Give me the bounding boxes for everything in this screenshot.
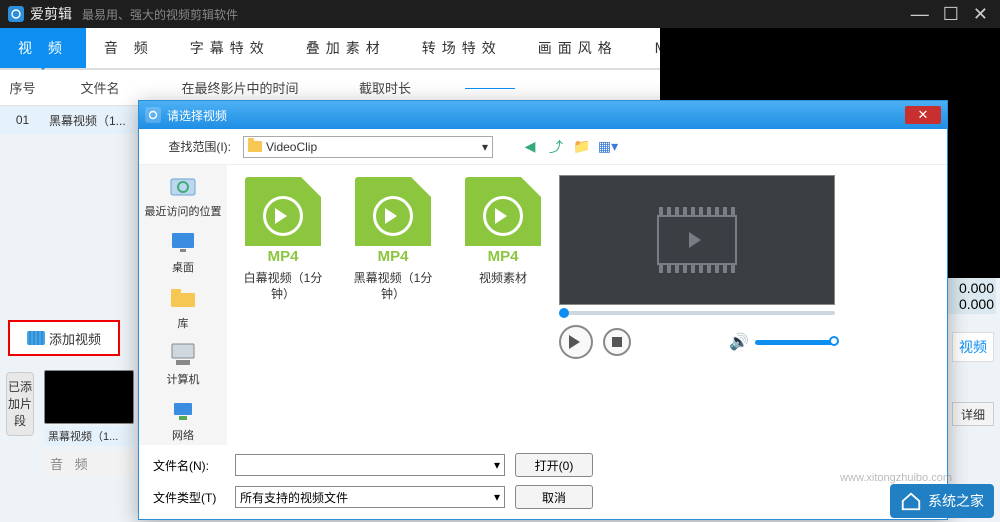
filetype-label: 文件类型(T) (153, 489, 225, 506)
open-button[interactable]: 打开(0) (515, 453, 593, 477)
filename-label: 文件名(N): (153, 457, 225, 474)
app-slogan: 最易用、强大的视频剪辑软件 (82, 6, 238, 23)
chevron-down-icon: ▾ (482, 140, 488, 154)
tab-transition[interactable]: 转场特效 (404, 28, 520, 68)
lookin-label: 查找范围(I): (145, 138, 235, 155)
dialog-close-button[interactable]: ✕ (905, 106, 941, 124)
sidebar-computer-label: 计算机 (167, 371, 200, 387)
recent-icon (166, 171, 200, 201)
sidebar-network-label: 网络 (172, 427, 194, 443)
file-name-2: 黑幕视频（1分钟） (347, 271, 439, 302)
sidebar-network[interactable]: 网络 (166, 395, 200, 443)
libraries-icon (166, 283, 200, 313)
file-item-3[interactable]: MP4 视频素材 (457, 177, 549, 287)
added-clips-label: 已添加片段 (6, 372, 34, 436)
mp4-icon: MP4 (355, 177, 431, 267)
sidebar-recent[interactable]: 最近访问的位置 (145, 171, 222, 219)
tab-overlay[interactable]: 叠加素材 (288, 28, 404, 68)
dialog-preview-panel: 🔊 (559, 165, 849, 445)
row-seq: 01 (0, 113, 45, 127)
filetype-combo[interactable]: 所有支持的视频文件 ▾ (235, 486, 505, 508)
file-open-dialog: 请选择视频 ✕ 查找范围(I): VideoClip ▾ ◀ ⤴ 📁 ▦▾ 最近… (138, 100, 948, 520)
file-list-area: MP4 白幕视频（1分钟） MP4 黑幕视频（1分钟） MP4 视频素材 (227, 165, 947, 445)
detail-button[interactable]: 详细 (952, 402, 994, 426)
lookin-combo[interactable]: VideoClip ▾ (243, 136, 493, 158)
tab-subtitle[interactable]: 字幕特效 (172, 28, 288, 68)
chevron-down-icon: ▾ (494, 458, 500, 472)
watermark: 系统之家 (890, 484, 994, 518)
play-button[interactable] (559, 325, 593, 359)
app-name: 爱剪辑 (30, 4, 72, 24)
nav-back-icon[interactable]: ◀ (521, 138, 539, 156)
folder-icon (248, 141, 262, 152)
nav-up-icon[interactable]: ⤴ (547, 138, 565, 156)
stop-button[interactable] (603, 328, 631, 356)
col-time: 在最终影片中的时间 (155, 78, 325, 97)
tab-audio[interactable]: 音 频 (86, 28, 172, 68)
filename-combo[interactable]: ▾ (235, 454, 505, 476)
titlebar: 爱剪辑 最易用、强大的视频剪辑软件 — ☐ ✕ (0, 0, 1000, 28)
preview-box (559, 175, 835, 305)
track-audio-label: 音 频 (44, 450, 134, 477)
volume-icon[interactable]: 🔊 (729, 332, 749, 352)
minimize-button[interactable]: — (911, 4, 929, 25)
watermark-text: 系统之家 (928, 491, 984, 511)
add-video-label: 添加视频 (49, 329, 101, 348)
video-blue-button[interactable]: 视频 (952, 332, 994, 362)
clip-thumbnail-card[interactable]: 黑幕视频（1... (44, 370, 134, 446)
network-icon (166, 395, 200, 425)
clip-thumbnail (44, 370, 134, 424)
sidebar-libraries-label: 库 (178, 315, 189, 331)
file-name-1: 白幕视频（1分钟） (237, 271, 329, 302)
col-name: 文件名 (45, 78, 155, 97)
sidebar-recent-label: 最近访问的位置 (145, 203, 222, 219)
view-mode-icon[interactable]: ▦▾ (599, 138, 617, 156)
maximize-button[interactable]: ☐ (943, 4, 959, 25)
computer-icon (166, 339, 200, 369)
add-video-button[interactable]: 添加视频 (8, 320, 120, 356)
cancel-button[interactable]: 取消 (515, 485, 593, 509)
dialog-sidebar: 最近访问的位置 桌面 库 计算机 网络 (139, 165, 227, 445)
sidebar-desktop[interactable]: 桌面 (166, 227, 200, 275)
file-name-3: 视频素材 (457, 271, 549, 287)
file-item-1[interactable]: MP4 白幕视频（1分钟） (237, 177, 329, 302)
chevron-down-icon: ▾ (494, 490, 500, 504)
sidebar-computer[interactable]: 计算机 (166, 339, 200, 387)
clip-thumbnail-label: 黑幕视频（1... (44, 426, 134, 446)
new-folder-icon[interactable]: 📁 (573, 138, 591, 156)
tab-style[interactable]: 画面风格 (520, 28, 636, 68)
watermark-url: www.xitongzhuibo.com (840, 472, 952, 484)
seek-slider[interactable] (559, 311, 835, 315)
mp4-icon: MP4 (245, 177, 321, 267)
dialog-bottom: 文件名(N): ▾ 打开(0) 文件类型(T) 所有支持的视频文件 ▾ 取消 (139, 445, 947, 519)
close-button[interactable]: ✕ (973, 4, 988, 25)
lookin-value: VideoClip (266, 140, 317, 154)
dialog-title-icon (145, 107, 161, 123)
film-icon (27, 331, 45, 345)
sidebar-desktop-label: 桌面 (172, 259, 194, 275)
file-item-2[interactable]: MP4 黑幕视频（1分钟） (347, 177, 439, 302)
app-icon (8, 6, 24, 22)
film-placeholder-icon (657, 215, 737, 265)
dialog-toolbar: 查找范围(I): VideoClip ▾ ◀ ⤴ 📁 ▦▾ (139, 129, 947, 165)
filetype-value: 所有支持的视频文件 (240, 489, 348, 506)
desktop-icon (166, 227, 200, 257)
tab-video[interactable]: 视 频 (0, 28, 86, 68)
sidebar-libraries[interactable]: 库 (166, 283, 200, 331)
dialog-titlebar: 请选择视频 ✕ (139, 101, 947, 129)
dialog-title: 请选择视频 (167, 107, 227, 124)
mp4-icon: MP4 (465, 177, 541, 267)
volume-slider[interactable] (755, 340, 835, 345)
col-dur: 截取时长 (325, 78, 445, 97)
col-seq: 序号 (0, 78, 45, 97)
